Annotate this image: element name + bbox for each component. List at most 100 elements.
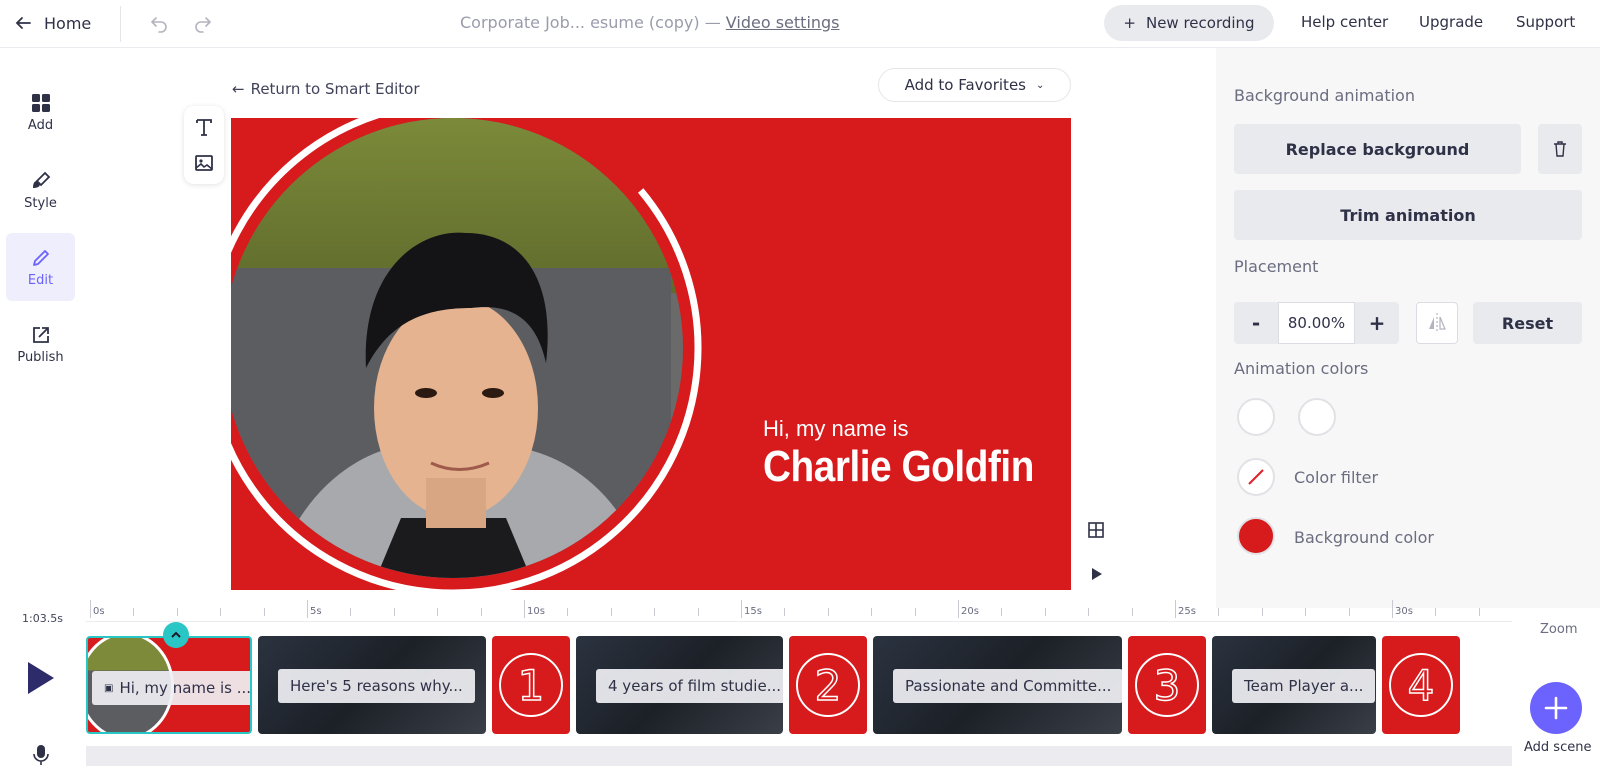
- no-filter-icon: [1248, 469, 1264, 485]
- favorites-label: Add to Favorites: [904, 76, 1026, 94]
- profile-photo: [231, 118, 683, 578]
- canvas-toolbar: [184, 106, 224, 184]
- animation-color-swatch-1[interactable]: [1237, 398, 1275, 436]
- help-center-link[interactable]: Help center: [1301, 13, 1388, 31]
- ruler-major-tick: [741, 600, 742, 618]
- ruler-label: 0s: [93, 606, 105, 617]
- ruler-label: 15s: [744, 606, 762, 617]
- nav-edit-label: Edit: [27, 272, 54, 288]
- support-link[interactable]: Support: [1516, 13, 1575, 31]
- reset-button[interactable]: Reset: [1473, 302, 1582, 344]
- ruler-minor-tick: [1088, 608, 1090, 616]
- play-icon[interactable]: [26, 660, 56, 696]
- color-filter-swatch[interactable]: [1237, 458, 1275, 496]
- scene-number-card[interactable]: 1: [492, 636, 570, 734]
- collapse-button[interactable]: [163, 622, 189, 648]
- zoom-label[interactable]: Zoom: [1540, 622, 1577, 637]
- scene-video-thumbnail[interactable]: 4 years of film studie...: [576, 636, 783, 734]
- trash-icon: [1554, 141, 1566, 157]
- scene-caption-text: Here's 5 reasons why...: [290, 677, 463, 695]
- ruler-minor-tick: [1478, 608, 1480, 616]
- plus-icon: +: [1123, 14, 1136, 32]
- scene-caption-text: Team Player a...: [1244, 677, 1364, 695]
- placement-input[interactable]: 80.00%: [1278, 302, 1355, 344]
- redo-icon[interactable]: [192, 12, 214, 34]
- scene-caption: Team Player a...: [1232, 669, 1376, 703]
- home-button[interactable]: Home: [14, 10, 91, 36]
- ruler-minor-tick: [567, 608, 569, 616]
- ruler-minor-tick: [697, 608, 699, 616]
- flip-horizontal-icon: [1429, 313, 1446, 333]
- scene-number-card[interactable]: 2: [789, 636, 867, 734]
- name-text[interactable]: Charlie Goldfin: [763, 442, 1034, 492]
- add-to-favorites-dropdown[interactable]: Add to Favorites ⌄: [878, 68, 1071, 102]
- nav-style-label: Style: [24, 195, 57, 211]
- scene-caption-text: 4 years of film studie...: [608, 677, 782, 695]
- ruler-minor-tick: [176, 608, 178, 616]
- placement-decrease-button[interactable]: -: [1234, 302, 1278, 344]
- scene-video-thumbnail[interactable]: Team Player a...: [1212, 636, 1376, 734]
- scene-number: 3: [1135, 653, 1199, 717]
- undo-icon[interactable]: [148, 12, 170, 34]
- ruler-minor-tick: [1218, 608, 1220, 616]
- ruler-minor-tick: [1131, 608, 1133, 616]
- flip-button[interactable]: [1416, 302, 1458, 344]
- placement-heading: Placement: [1234, 257, 1319, 276]
- ruler-major-tick: [1175, 600, 1176, 618]
- scene-caption-text: Passionate and Committe...: [905, 677, 1112, 695]
- timeline-scrollbar[interactable]: [86, 746, 1512, 766]
- scene-number: 4: [1389, 653, 1453, 717]
- left-nav: Add Style Edit Publish: [0, 48, 80, 598]
- scene-video-thumbnail[interactable]: Here's 5 reasons why...: [258, 636, 486, 734]
- background-color-swatch[interactable]: [1237, 517, 1275, 555]
- scene-artwork: [231, 118, 702, 590]
- scene-video-thumbnail[interactable]: Passionate and Committe...: [873, 636, 1122, 734]
- image-tool-icon[interactable]: [193, 152, 215, 174]
- ruler-minor-tick: [393, 608, 395, 616]
- new-recording-button[interactable]: + New recording: [1104, 5, 1274, 41]
- grid-icon: [31, 93, 50, 112]
- scene-number: 1: [499, 653, 563, 717]
- add-scene-button[interactable]: [1530, 682, 1582, 734]
- intro-text[interactable]: Hi, my name is: [763, 416, 908, 442]
- timeline-ruler[interactable]: 0s 5s 10s 15s 20s 25s 30s: [86, 600, 1512, 622]
- ruler-minor-tick: [1435, 608, 1437, 616]
- upgrade-link[interactable]: Upgrade: [1419, 13, 1483, 31]
- share-icon: [32, 326, 49, 343]
- scene-intro-thumbnail[interactable]: ▣ Hi, my name is ...: [86, 636, 252, 734]
- delete-background-button[interactable]: [1538, 124, 1582, 174]
- microphone-icon[interactable]: [32, 744, 50, 766]
- return-to-smart-editor[interactable]: ← Return to Smart Editor: [232, 80, 419, 98]
- ruler-minor-tick: [784, 608, 786, 616]
- ruler-minor-tick: [1001, 608, 1003, 616]
- ruler-minor-tick: [350, 608, 352, 616]
- scene-number-card[interactable]: 4: [1382, 636, 1460, 734]
- video-canvas[interactable]: Hi, my name is Charlie Goldfin: [231, 118, 1071, 590]
- video-settings-link[interactable]: Video settings: [726, 13, 840, 32]
- scene-caption: ▣ Hi, my name is ...: [92, 671, 250, 705]
- grid-overlay-icon[interactable]: [1088, 522, 1104, 538]
- replace-background-button[interactable]: Replace background: [1234, 124, 1521, 174]
- scene-number-card[interactable]: 3: [1128, 636, 1206, 734]
- ruler-minor-tick: [1305, 608, 1307, 616]
- preview-play-icon[interactable]: [1090, 566, 1104, 582]
- title-separator: —: [704, 13, 721, 32]
- nav-add-label: Add: [27, 117, 54, 133]
- image-icon: ▣: [104, 682, 114, 694]
- nav-edit[interactable]: Edit: [6, 233, 75, 301]
- text-tool-icon[interactable]: [193, 116, 215, 138]
- ruler-minor-tick: [133, 608, 135, 616]
- nav-publish[interactable]: Publish: [6, 310, 75, 378]
- ruler-label: 5s: [310, 606, 322, 617]
- animation-color-swatch-2[interactable]: [1298, 398, 1336, 436]
- nav-add[interactable]: Add: [6, 78, 75, 146]
- doc-name: Corporate Job... esume (copy): [460, 13, 700, 32]
- trim-animation-button[interactable]: Trim animation: [1234, 190, 1582, 240]
- animation-colors-heading: Animation colors: [1234, 359, 1369, 378]
- scene-caption: Passionate and Committe...: [893, 669, 1122, 703]
- plus-icon: [1544, 696, 1568, 720]
- ruler-minor-tick: [914, 608, 916, 616]
- ruler-minor-tick: [1044, 608, 1046, 616]
- nav-style[interactable]: Style: [6, 156, 75, 224]
- placement-increase-button[interactable]: +: [1355, 302, 1399, 344]
